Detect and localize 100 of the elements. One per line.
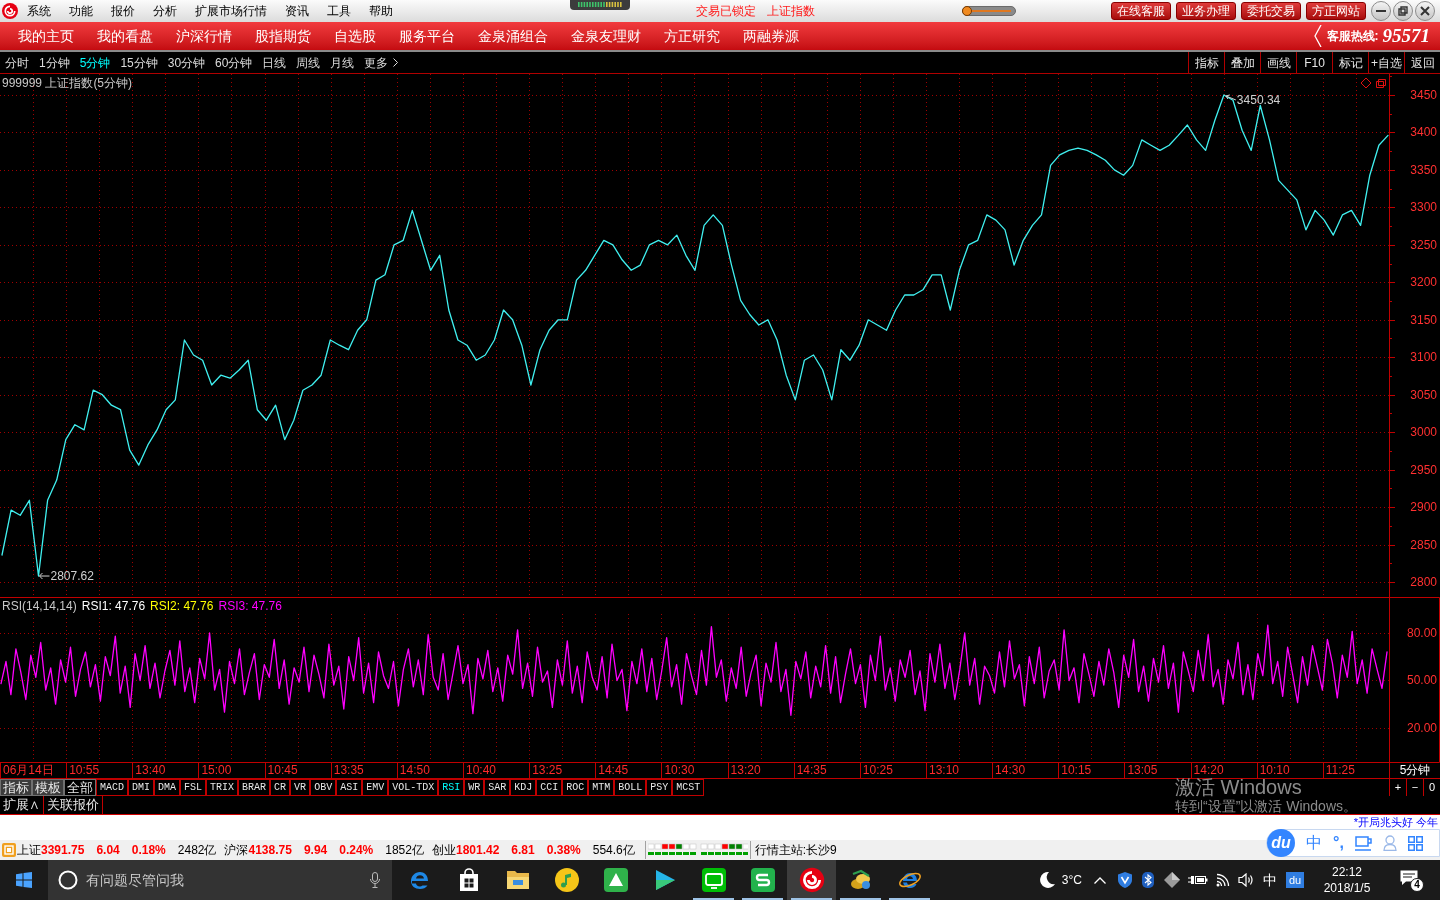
period-tab[interactable]: 5分钟 [79, 55, 111, 70]
header-button[interactable]: 在线客服 [1111, 2, 1171, 20]
indicator-tab[interactable]: WR [464, 779, 485, 796]
index-change: 9.94 [303, 843, 328, 857]
menu-item[interactable]: 报价 [111, 4, 135, 18]
punctuation-mode[interactable]: °, [1333, 834, 1344, 852]
nav-item[interactable]: 我的看盘 [97, 28, 153, 44]
nav-item[interactable]: 两融券源 [743, 28, 799, 44]
chevron-up-icon[interactable] [1094, 876, 1106, 884]
notification-button[interactable]: 4 [1398, 868, 1424, 892]
menu-item[interactable]: 资讯 [285, 4, 309, 18]
indicator-tab[interactable]: ASI [336, 779, 363, 796]
ime-logo[interactable]: du [1286, 872, 1304, 888]
axis-label: 3350 [1410, 162, 1437, 177]
grid-icon[interactable] [1407, 835, 1423, 851]
indicator-tab[interactable]: FSL [180, 779, 207, 796]
slider-thumb[interactable] [962, 6, 972, 16]
period-tab[interactable]: 1分钟 [39, 55, 70, 70]
chart-title: 999999 上证指数(5分钟) [2, 76, 133, 90]
indicator-tab[interactable]: DMI [128, 779, 155, 796]
restore-icon[interactable] [1376, 79, 1386, 88]
indicator-tab[interactable]: MACD [96, 779, 128, 796]
search-field[interactable]: 有问题尽管问我 [48, 860, 392, 900]
menu-item[interactable]: 分析 [153, 4, 177, 18]
indicator-tab[interactable]: PSY [646, 779, 673, 796]
indicator-tab[interactable]: MCST [672, 779, 705, 796]
window-tile-icon[interactable] [2, 843, 16, 857]
indicator-tab[interactable]: VOL-TDX [388, 779, 439, 796]
diamond-icon[interactable] [1164, 872, 1180, 888]
zoom-button[interactable]: − [1406, 779, 1423, 796]
nav-item[interactable]: 自选股 [334, 28, 376, 44]
indicator-tab[interactable]: ROC [562, 779, 589, 796]
indicator-tab[interactable]: BOLL [614, 779, 647, 796]
nav-item[interactable]: 我的主页 [18, 28, 74, 44]
time-label: 13:40 [132, 763, 199, 778]
indicator-tab[interactable]: RSI [438, 779, 465, 796]
news-ticker[interactable]: *开局兆头好 今年 [1353, 816, 1438, 828]
input-mode[interactable]: 中 [1263, 872, 1277, 888]
nav-item[interactable]: 沪深行情 [176, 28, 232, 44]
indicator-tab[interactable]: VR [290, 779, 311, 796]
microphone-icon[interactable] [370, 872, 380, 888]
close-icon [1420, 6, 1430, 16]
taskbar-app-button[interactable] [787, 860, 836, 900]
indicator-tab[interactable]: DMA [154, 779, 181, 796]
ime-logo[interactable]: du [1267, 829, 1295, 857]
indicator-tab[interactable]: MTM [588, 779, 615, 796]
axis-label: 3050 [1410, 387, 1437, 402]
bluetooth-icon[interactable] [1142, 872, 1154, 888]
period-tab[interactable]: 月线 [330, 55, 355, 70]
period-tab[interactable]: 日线 [262, 55, 287, 70]
axis-label: 20.00 [1406, 721, 1437, 735]
nav-item[interactable]: 股指期货 [255, 28, 311, 44]
clock[interactable]: 22:12 2018/1/5 [1314, 864, 1380, 896]
indicator-tab[interactable]: 模板 [32, 779, 64, 796]
nav-item[interactable]: 金泉友理财 [571, 28, 641, 44]
period-tab[interactable]: 周线 [296, 55, 321, 70]
zoom-button[interactable]: 0 [1423, 779, 1440, 796]
nav-item[interactable]: 方正研究 [664, 28, 720, 44]
search-input[interactable]: 有问题尽管问我 [86, 868, 370, 892]
indicator-tab[interactable]: 指标 [0, 779, 32, 796]
restore-button[interactable] [1393, 1, 1413, 21]
menu-item[interactable]: 功能 [69, 4, 93, 18]
indicator-tab[interactable]: 全部 [64, 779, 96, 796]
minimize-button[interactable] [1371, 1, 1391, 21]
zoom-button[interactable]: + [1389, 779, 1406, 796]
close-button[interactable] [1415, 1, 1435, 21]
indicator-tab[interactable]: OBV [310, 779, 337, 796]
menu-item[interactable]: 工具 [327, 4, 351, 18]
indicator-tab[interactable]: TRIX [206, 779, 239, 796]
nav-item[interactable]: 服务平台 [399, 28, 455, 44]
menu-item[interactable]: 扩展市场行情 [195, 4, 267, 18]
shield-icon[interactable] [1118, 872, 1132, 888]
period-tab[interactable]: 30分钟 [167, 55, 206, 70]
input-mode[interactable]: 中 [1306, 834, 1322, 852]
opacity-slider[interactable] [962, 6, 1016, 16]
indicator-tab[interactable]: SAR [484, 779, 511, 796]
period-tab[interactable]: 分时 [5, 55, 29, 70]
swirl-logo-icon[interactable] [2, 3, 18, 19]
battery-plug-icon[interactable] [1188, 874, 1208, 886]
indicator-tab[interactable]: CR [270, 779, 291, 796]
nav-item[interactable]: 金泉涌组合 [478, 28, 548, 44]
indicator-tab[interactable]: EMV [362, 779, 389, 796]
cup-icon[interactable] [1354, 835, 1372, 851]
period-tab[interactable]: 60分钟 [215, 55, 253, 70]
wifi-icon[interactable] [1216, 873, 1230, 887]
index-percent: 0.18% [131, 843, 166, 857]
menu-item[interactable]: 系统 [27, 4, 51, 18]
indicator-tab[interactable]: KDJ [510, 779, 537, 796]
indicator-tab[interactable]: CCI [536, 779, 563, 796]
indicator-tab[interactable]: BRAR [238, 779, 271, 796]
volume-icon[interactable] [1238, 873, 1254, 887]
axis-label: 3400 [1410, 125, 1437, 140]
header-button[interactable]: 业务办理 [1176, 2, 1236, 20]
header-button[interactable]: 委托交易 [1241, 2, 1301, 20]
header-button[interactable]: 方正网站 [1306, 2, 1366, 20]
running-indicator [742, 898, 783, 900]
time-label: 10:30 [661, 763, 728, 778]
period-tab[interactable]: 15分钟 [120, 55, 158, 70]
more-button[interactable]: 更多 [364, 55, 399, 70]
menu-item[interactable]: 帮助 [369, 4, 393, 18]
